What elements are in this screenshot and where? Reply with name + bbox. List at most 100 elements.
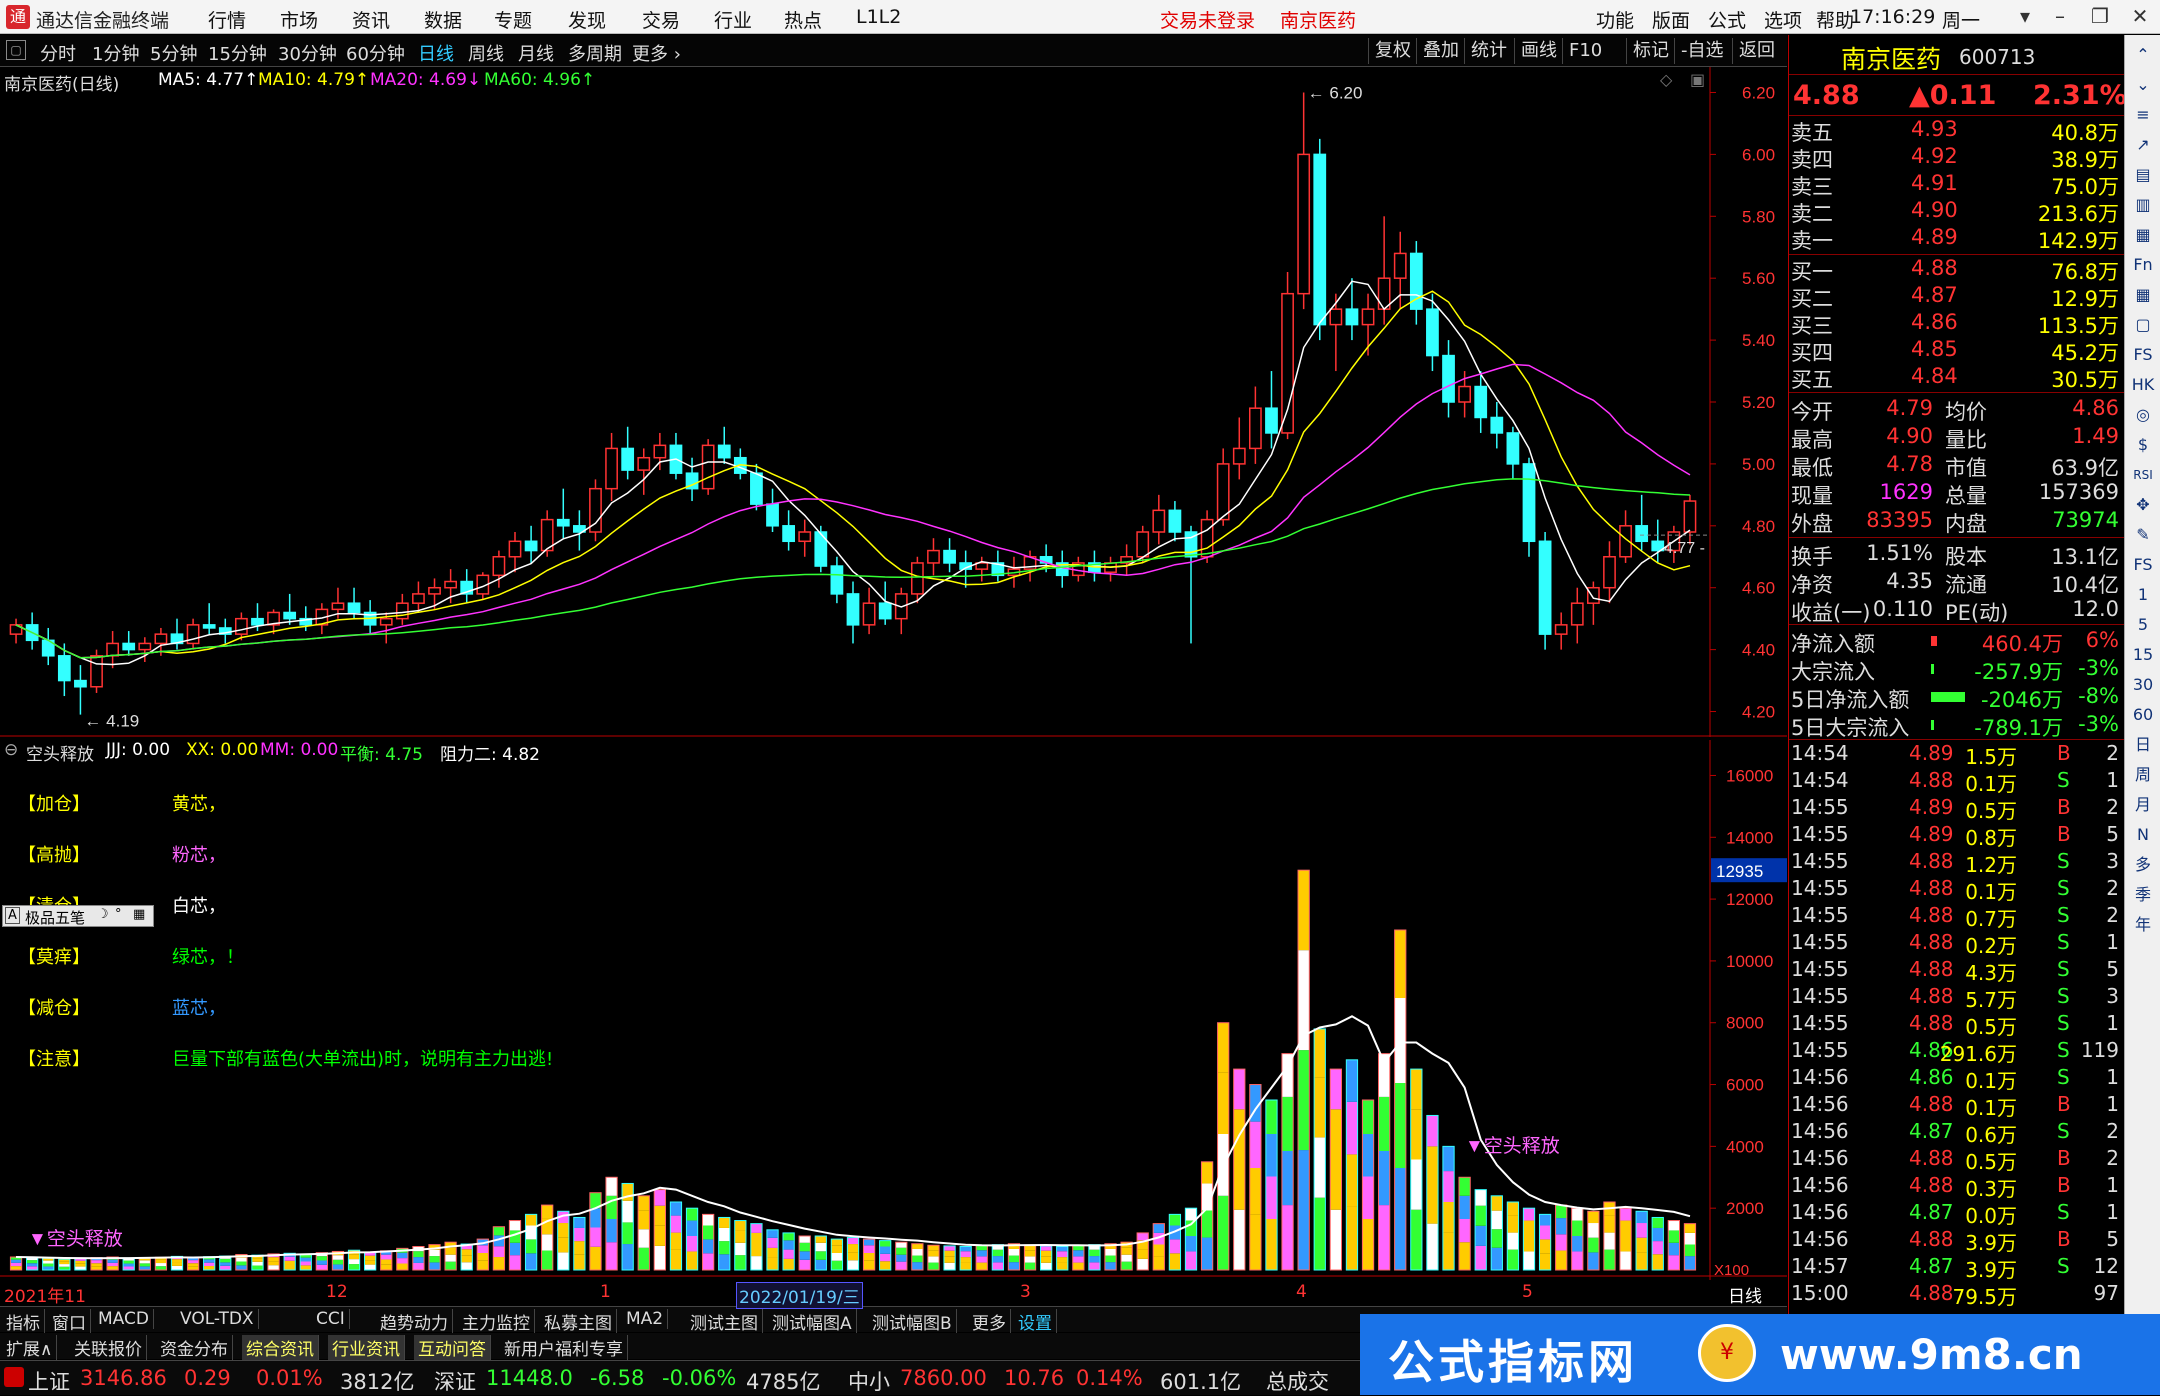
period-tab[interactable]: 60分钟	[346, 40, 405, 66]
indicator-tab[interactable]: 主力监控	[458, 1309, 535, 1334]
candlestick-chart[interactable]: 6.20 6.00 5.80 5.60 5.40 5.20 5.00 4.80 4.60 4.40…	[0, 67, 1787, 737]
order-row[interactable]: 卖二 4.90 213.6万	[1791, 198, 2123, 226]
period-tab[interactable]: 更多 ›	[632, 40, 681, 66]
order-row[interactable]: 卖五 4.93 40.8万	[1791, 117, 2123, 145]
right-menu-item[interactable]: 公式	[1708, 6, 1746, 33]
indicator-tab[interactable]: 指标	[2, 1309, 45, 1334]
order-row[interactable]: 买四 4.85 45.2万	[1791, 337, 2123, 365]
n[interactable]: N	[2129, 821, 2157, 849]
chart-tool-button[interactable]: 统计	[1464, 38, 1513, 64]
right-menu-item[interactable]: 版面	[1652, 6, 1690, 33]
info-tab[interactable]: 综合资讯	[242, 1335, 319, 1360]
order-row[interactable]: 卖一 4.89 142.9万	[1791, 225, 2123, 253]
menu-item[interactable]: 发现	[568, 6, 606, 33]
hk-icon[interactable]: HK	[2129, 371, 2157, 399]
indicator-tab[interactable]: 更多	[968, 1309, 1011, 1334]
window-toggle-icon[interactable]: ▢	[6, 40, 26, 60]
menu-arrow-icon[interactable]: ▾	[2010, 4, 2040, 30]
chart-tool-button[interactable]: 复权	[1368, 38, 1417, 64]
info-tab[interactable]: 行业资讯	[328, 1335, 405, 1360]
chart-tool-button[interactable]: 返回	[1732, 38, 1781, 64]
indicator-tab[interactable]: 测试幅图A	[768, 1309, 857, 1334]
close-icon[interactable]: ✕	[2125, 4, 2155, 30]
num60[interactable]: 60	[2129, 701, 2157, 729]
index-name[interactable]: 上证	[28, 1366, 70, 1396]
num15[interactable]: 15	[2129, 641, 2157, 669]
index-name[interactable]: 中小	[848, 1366, 890, 1396]
period-tab[interactable]: 月线	[518, 40, 554, 66]
fin-icon[interactable]: $	[2129, 431, 2157, 459]
pen-icon[interactable]: ✎	[2129, 521, 2157, 549]
info-tab[interactable]: 扩展∧	[2, 1335, 58, 1360]
yue[interactable]: 月	[2129, 791, 2157, 819]
info-tab[interactable]: 新用户福利专享	[500, 1335, 628, 1360]
grid-icon[interactable]: ▦	[2129, 281, 2157, 309]
index-name[interactable]: 深证	[434, 1366, 476, 1396]
fs-icon[interactable]: FS	[2129, 341, 2157, 369]
period-tab[interactable]: 30分钟	[278, 40, 337, 66]
chart-tool-button[interactable]: F10	[1562, 38, 1608, 64]
up-icon[interactable]: ⌃	[2129, 41, 2157, 69]
period-tab[interactable]: 1分钟	[92, 40, 139, 66]
order-row[interactable]: 买二 4.87 12.9万	[1791, 283, 2123, 311]
ime-mode-icon[interactable]: A	[5, 907, 20, 924]
period-tab[interactable]: 分时	[40, 40, 76, 66]
ji[interactable]: 季	[2129, 881, 2157, 909]
ime-keyboard-icon[interactable]: ▦	[133, 907, 145, 922]
indicator-tab[interactable]: 设置	[1014, 1309, 1057, 1334]
indicator-tab[interactable]: 测试幅图B	[868, 1309, 957, 1334]
order-row[interactable]: 买三 4.86 113.5万	[1791, 310, 2123, 338]
menu-item[interactable]: 行业	[714, 6, 752, 33]
order-row[interactable]: 卖四 4.92 38.9万	[1791, 144, 2123, 172]
fn-icon[interactable]: Fn	[2129, 251, 2157, 279]
menu-item[interactable]: 资讯	[352, 6, 390, 33]
minimize-icon[interactable]: –	[2045, 4, 2075, 30]
right-menu-item[interactable]: 帮助	[1816, 6, 1854, 33]
book-icon[interactable]: ▢	[2129, 311, 2157, 339]
stats-icon[interactable]: ▤	[2129, 161, 2157, 189]
nian[interactable]: 年	[2129, 911, 2157, 939]
period-tab[interactable]: 多周期	[568, 40, 622, 66]
chart-tool-button[interactable]: 标记	[1626, 38, 1675, 64]
indicator-tab[interactable]: 窗口	[48, 1309, 91, 1334]
info-tab[interactable]: 资金分布	[156, 1335, 233, 1360]
menu-item[interactable]: 行情	[208, 6, 246, 33]
indicator-tab[interactable]: MACD	[94, 1309, 154, 1329]
menu-item-red[interactable]: 交易未登录	[1160, 6, 1255, 33]
indicator-tab[interactable]: VOL-TDX	[176, 1309, 259, 1329]
info-tab[interactable]: 关联报价	[70, 1335, 147, 1360]
right-menu-item[interactable]: 选项	[1764, 6, 1802, 33]
indicator-tab[interactable]: 趋势动力	[376, 1309, 453, 1334]
chart-icon[interactable]: ↗	[2129, 131, 2157, 159]
indicator-tab[interactable]: CCI	[312, 1309, 350, 1329]
order-row[interactable]: 买一 4.88 76.8万	[1791, 256, 2123, 284]
period-tab[interactable]: 5分钟	[150, 40, 197, 66]
box-icon[interactable]: ▦	[2129, 221, 2157, 249]
cycle-icon[interactable]: ◎	[2129, 401, 2157, 429]
move-icon[interactable]: ✥	[2129, 491, 2157, 519]
rsi-icon[interactable]: RSI	[2129, 461, 2157, 489]
menu-item[interactable]: 交易	[642, 6, 680, 33]
right-menu-item[interactable]: 功能	[1596, 6, 1634, 33]
period-tab[interactable]: 日线	[418, 40, 454, 66]
ri[interactable]: 日	[2129, 731, 2157, 759]
down-icon[interactable]: ⌄	[2129, 71, 2157, 99]
menu-item[interactable]: 数据	[424, 6, 462, 33]
menu-item[interactable]: 专题	[494, 6, 532, 33]
chart-tool-button[interactable]: 画线	[1514, 38, 1563, 64]
period-tab[interactable]: 15分钟	[208, 40, 267, 66]
list-icon[interactable]: ≡	[2129, 101, 2157, 129]
zhou[interactable]: 周	[2129, 761, 2157, 789]
indicator-settings-icon[interactable]: ⊖	[4, 740, 18, 760]
num1[interactable]: 1	[2129, 581, 2157, 609]
menu-item-red[interactable]: 南京医药	[1280, 6, 1356, 33]
order-row[interactable]: 买五 4.84 30.5万	[1791, 364, 2123, 392]
menu-item[interactable]: 热点	[784, 6, 822, 33]
ime-punct-icon[interactable]: °	[115, 907, 122, 922]
chart-tool-button[interactable]: 叠加	[1416, 38, 1465, 64]
indicator-tab[interactable]: 测试主图	[686, 1309, 763, 1334]
menu-item[interactable]: 市场	[280, 6, 318, 33]
order-row[interactable]: 卖三 4.91 75.0万	[1791, 171, 2123, 199]
fs2-icon[interactable]: FS	[2129, 551, 2157, 579]
menu-item[interactable]: L1L2	[856, 6, 901, 28]
